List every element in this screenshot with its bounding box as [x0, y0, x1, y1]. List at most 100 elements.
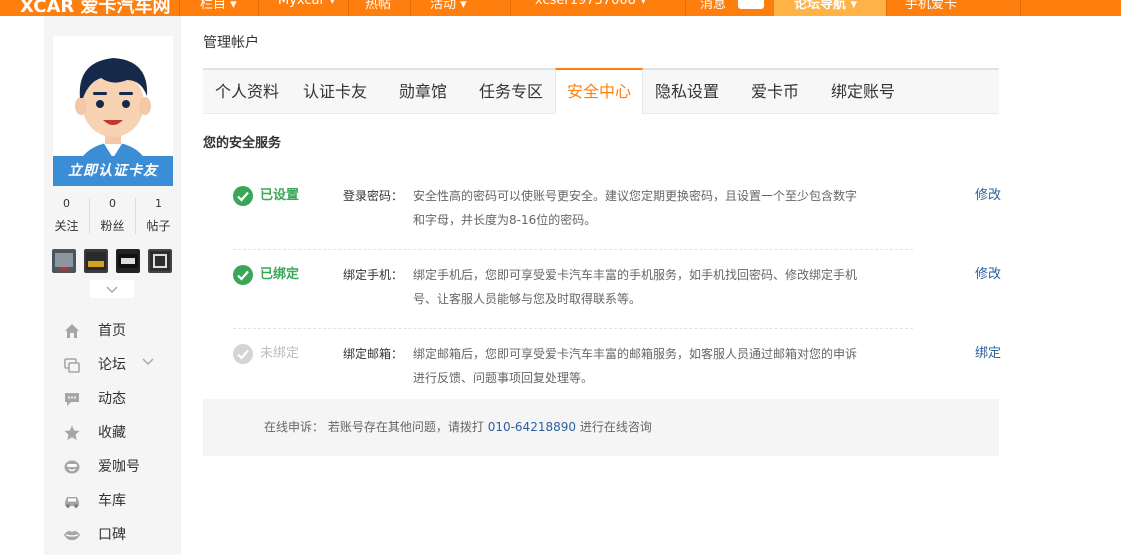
row-divider	[233, 249, 913, 250]
description-line: 进行反馈、问题事项回复处理等。	[413, 371, 594, 385]
account-tabs: 个人资料 认证卡友 勋章馆 任务专区 安全中心 隐私设置 爱卡币 绑定账号	[203, 68, 999, 114]
forum-nav-button[interactable]: 论坛导航 ▾	[774, 0, 886, 16]
nav-item-column[interactable]: 栏目 ▾	[200, 0, 237, 12]
fans-count: 0	[109, 197, 116, 210]
stat-posts[interactable]: 1 帖子	[136, 194, 181, 238]
sidebar-item-label: 动态	[98, 391, 126, 407]
status-text: 已设置	[260, 188, 300, 203]
chevron-down-icon	[106, 286, 118, 294]
tab-privacy[interactable]: 隐私设置	[643, 70, 731, 114]
comment-icon	[65, 393, 79, 406]
nav-divider	[410, 0, 411, 16]
hotline-phone[interactable]: 010-64218890	[488, 420, 576, 434]
field-description: 安全性高的密码可以使账号更安全。建议您定期更换密码，且设置一个至少包含数字 和字…	[413, 184, 863, 232]
modify-password-link[interactable]: 修改	[975, 188, 1001, 204]
sidebar-item-home[interactable]: 首页	[44, 314, 181, 348]
nav-divider	[886, 0, 887, 16]
online-appeal-box: 在线申诉： 若账号存在其他问题，请拨打 010-64218890 进行在线咨询	[203, 399, 999, 456]
modify-phone-link[interactable]: 修改	[975, 267, 1001, 283]
description-line: 绑定邮箱后，您即可享受爱卡汽车丰富的邮箱服务，如客服人员通过邮箱对您的申诉	[413, 347, 858, 361]
security-row-phone: 已绑定 绑定手机： 绑定手机后，您即可享受爱卡汽车丰富的手机服务，如手机找回密码…	[203, 257, 1001, 337]
sidebar-item-label: 收藏	[98, 425, 126, 441]
posts-label: 帖子	[146, 219, 171, 233]
following-label: 关注	[54, 219, 79, 233]
sidebar-item-label: 首页	[98, 323, 126, 339]
check-circle-icon	[233, 265, 253, 285]
appeal-text: 在线申诉： 若账号存在其他问题，请拨打 010-64218890 进行在线咨询	[264, 419, 652, 435]
field-label: 绑定邮箱：	[343, 347, 404, 361]
field-description: 绑定邮箱后，您即可享受爱卡汽车丰富的邮箱服务，如客服人员通过邮箱对您的申诉 进行…	[413, 342, 863, 390]
sidebar-item-forum[interactable]: 论坛	[44, 348, 181, 382]
following-count: 0	[63, 197, 70, 210]
stat-fans[interactable]: 0 粉丝	[90, 194, 135, 238]
aikahao-icon	[64, 460, 80, 474]
star-icon	[64, 425, 80, 440]
certify-member-button[interactable]: 立即认证卡友	[53, 156, 173, 186]
nav-item-activity[interactable]: 活动 ▾	[430, 0, 467, 12]
field-label: 绑定手机：	[343, 268, 404, 282]
check-circle-icon	[233, 344, 253, 364]
nav-divider	[179, 0, 180, 16]
medal-badge-icon[interactable]	[84, 249, 108, 273]
sidebar-item-favorites[interactable]: 收藏	[44, 416, 181, 450]
sidebar-item-label: 车库	[98, 493, 126, 509]
tab-medals[interactable]: 勋章馆	[379, 70, 467, 114]
appeal-description: 若账号存在其他问题，请拨打	[327, 420, 484, 434]
nav-divider	[258, 0, 259, 16]
tab-tasks[interactable]: 任务专区	[467, 70, 555, 114]
message-count-badge	[738, 0, 764, 9]
check-circle-icon	[233, 186, 253, 206]
nav-divider	[1020, 0, 1021, 16]
status-text: 已绑定	[260, 267, 300, 282]
description-line: 号、让客服人员能够与您及时取得联系等。	[413, 292, 642, 306]
site-logo[interactable]: XCAR 爱卡汽车网	[20, 0, 171, 16]
tab-security[interactable]: 安全中心	[555, 68, 643, 114]
collapse-toggle[interactable]	[90, 280, 134, 298]
nav-divider	[348, 0, 349, 16]
section-title: 您的安全服务	[203, 136, 282, 151]
tab-certify[interactable]: 认证卡友	[291, 70, 379, 114]
forum-nav-label: 论坛导航 ▾	[794, 0, 858, 12]
nav-divider	[685, 0, 686, 16]
field-label: 登录密码：	[343, 189, 404, 203]
profile-stats: 0 关注 0 粉丝 1 帖子	[44, 194, 181, 240]
sidebar-item-feed[interactable]: 动态	[44, 382, 181, 416]
field-description: 绑定手机后，您即可享受爱卡汽车丰富的手机服务，如手机找回密码、修改绑定手机 号、…	[413, 263, 863, 311]
profile-sidebar: XCar 立即认证卡友 0 关注 0 粉丝 1 帖子	[44, 16, 181, 555]
row-divider	[233, 328, 913, 329]
description-line: 绑定手机后，您即可享受爱卡汽车丰富的手机服务，如手机找回密码、修改绑定手机	[413, 268, 858, 282]
posts-count: 1	[155, 197, 162, 210]
security-row-password: 已设置 登录密码： 安全性高的密码可以使账号更安全。建议您定期更换密码，且设置一…	[203, 178, 1001, 258]
page-title: 管理帐户	[203, 35, 259, 51]
description-line: 和字母，并长度为8-16位的密码。	[413, 213, 597, 227]
sidebar-item-label: 论坛	[98, 357, 126, 373]
sidebar-item-reviews[interactable]: 口碑	[44, 518, 181, 552]
tab-profile[interactable]: 个人资料	[203, 70, 291, 114]
sidebar-item-aikahao[interactable]: 爱咖号	[44, 450, 181, 484]
medal-badge-icon[interactable]	[148, 249, 172, 273]
top-navbar: XCAR 爱卡汽车网 栏目 ▾ Myxcar ▾ 热帖 活动 ▾ xcser19…	[0, 0, 1121, 16]
bind-email-link[interactable]: 绑定	[975, 346, 1001, 362]
tab-bind-accounts[interactable]: 绑定账号	[815, 70, 911, 114]
medal-badges	[52, 249, 174, 275]
nav-item-user[interactable]: xcser19737008 ▾	[535, 0, 647, 8]
nav-item-messages[interactable]: 消息	[700, 0, 726, 12]
sidebar-item-label: 口碑	[98, 527, 126, 543]
medal-badge-icon[interactable]	[52, 249, 76, 273]
fans-label: 粉丝	[100, 219, 125, 233]
nav-divider	[510, 0, 511, 16]
status-text: 未绑定	[260, 346, 300, 361]
stat-following[interactable]: 0 关注	[44, 194, 89, 238]
sidebar-item-label: 爱咖号	[98, 459, 140, 475]
lips-icon	[64, 531, 80, 541]
sidebar-item-garage[interactable]: 车库	[44, 484, 181, 518]
tab-coins[interactable]: 爱卡币	[731, 70, 819, 114]
nav-item-myxcar[interactable]: Myxcar ▾	[278, 0, 336, 8]
appeal-label: 在线申诉：	[264, 420, 325, 434]
nav-item-mobile[interactable]: 手机爱卡	[905, 0, 957, 12]
medal-badge-icon[interactable]	[116, 249, 140, 273]
nav-item-hot[interactable]: 热帖	[365, 0, 391, 12]
description-line: 安全性高的密码可以使账号更安全。建议您定期更换密码，且设置一个至少包含数字	[413, 189, 858, 203]
car-icon	[65, 497, 79, 508]
chevron-down-icon	[142, 358, 154, 366]
